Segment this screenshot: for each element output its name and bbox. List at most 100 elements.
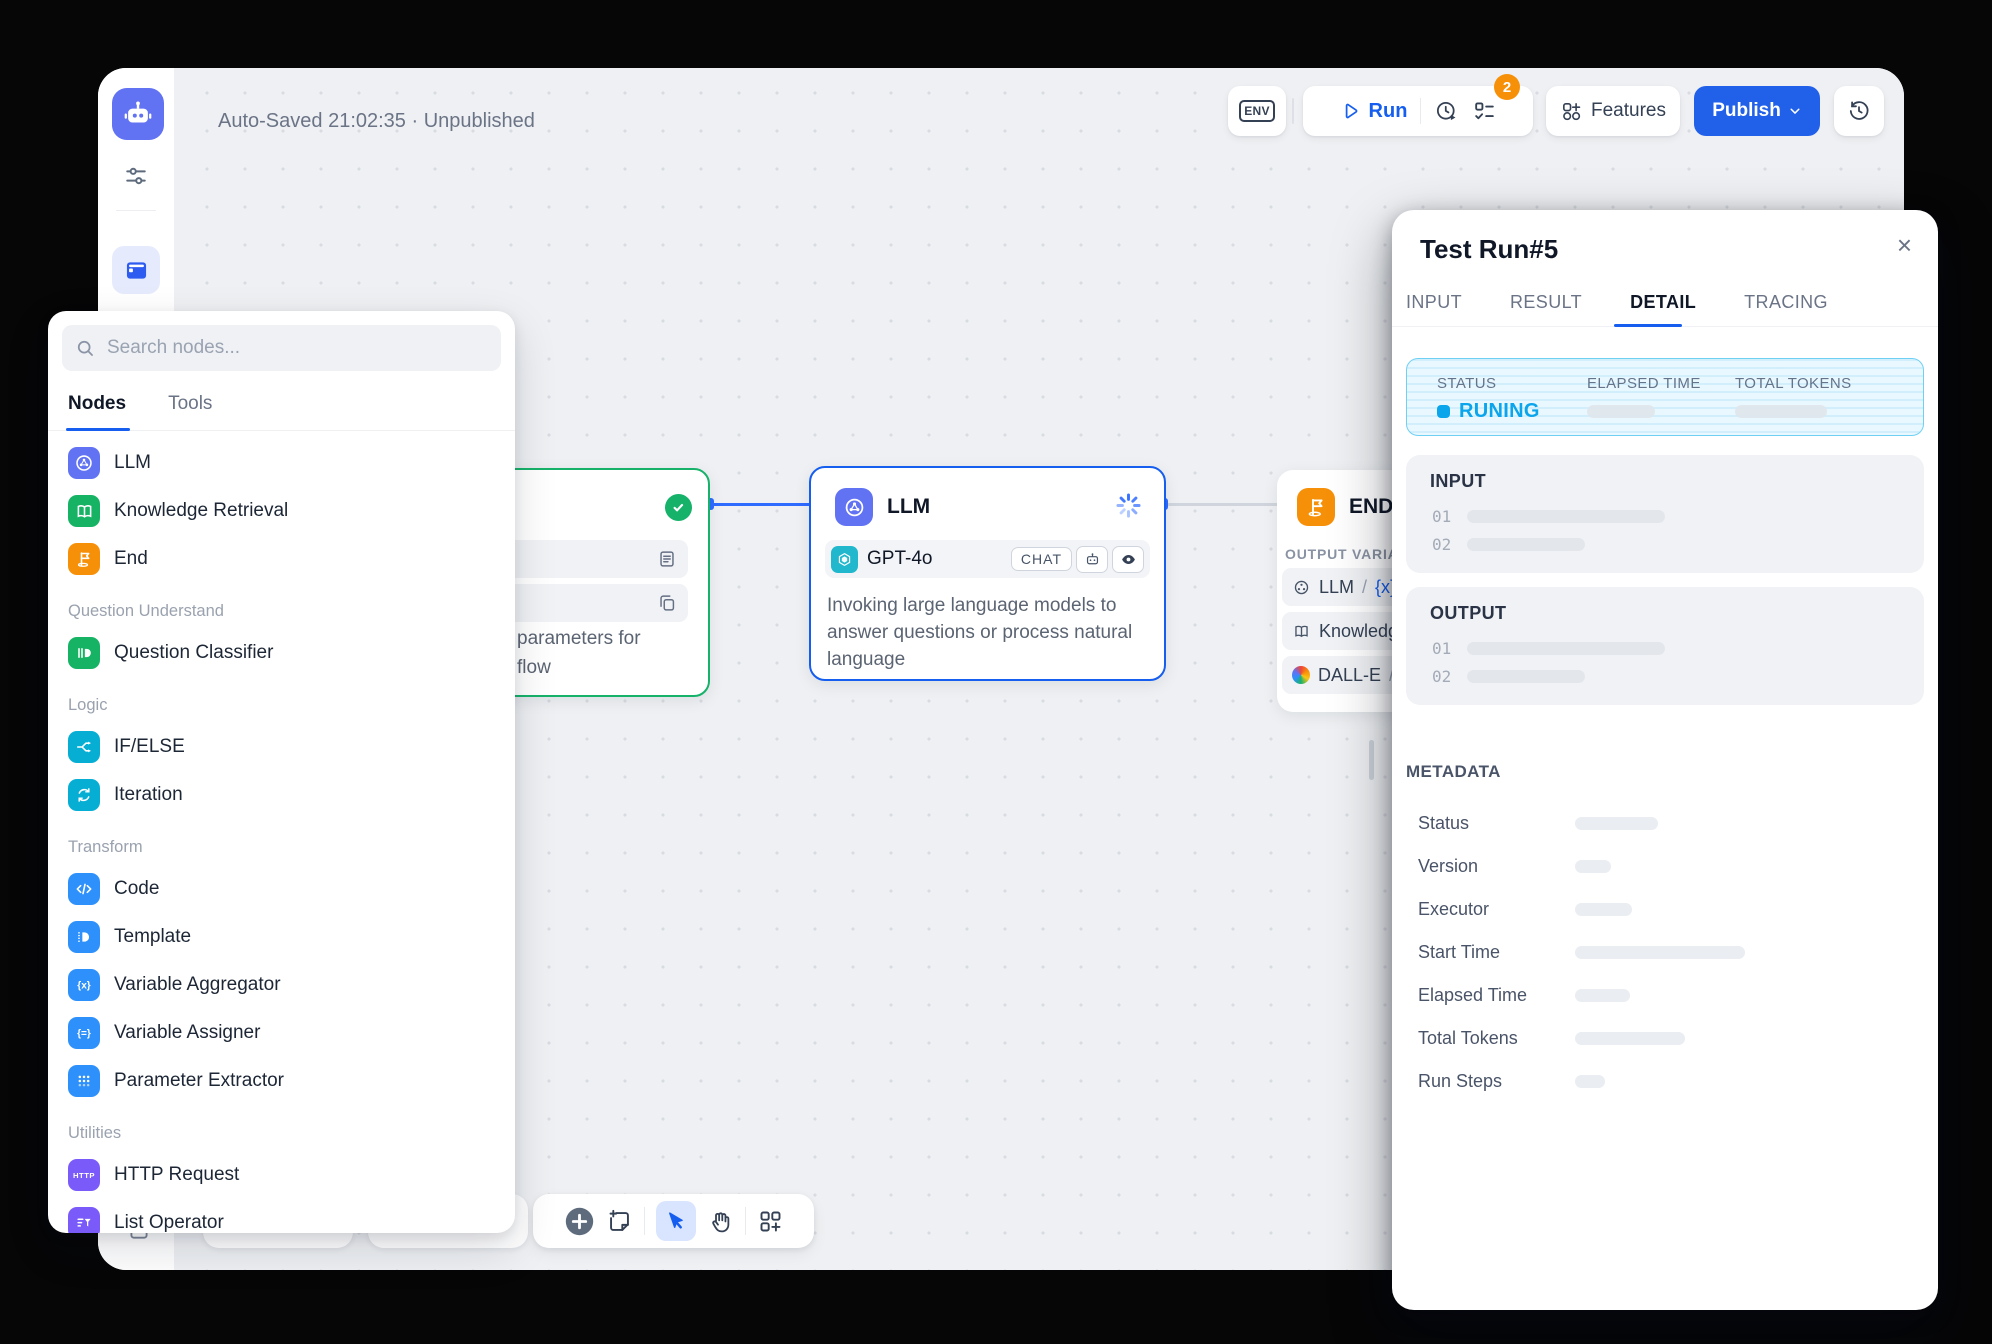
- features-button[interactable]: Features: [1546, 86, 1680, 136]
- metadata-title: METADATA: [1406, 762, 1501, 782]
- node-item-end[interactable]: End: [58, 535, 505, 583]
- checklist-icon[interactable]: [1472, 99, 1497, 124]
- output-skeleton: [1467, 642, 1665, 655]
- history-icon: [1847, 99, 1871, 123]
- tab-input[interactable]: INPUT: [1406, 292, 1462, 313]
- variable-source: LLM: [1319, 577, 1354, 598]
- run-button-label: Run: [1369, 100, 1408, 123]
- features-icon: [1560, 100, 1583, 123]
- screenshot: Auto-Saved 21:02:35 · Unpublished ENV Ru…: [0, 0, 1992, 1344]
- metadata-row: Start Time: [1418, 942, 1745, 963]
- knowledge-mini-icon: [1292, 622, 1311, 641]
- node-item-http-request[interactable]: HTTP HTTP Request: [58, 1151, 505, 1199]
- search-box[interactable]: [62, 325, 501, 371]
- node-item-if-else[interactable]: IF/ELSE: [58, 723, 505, 771]
- loop-icon: [68, 779, 100, 811]
- llm-node[interactable]: LLM GPT-4o CHAT: [809, 466, 1166, 681]
- copy-icon: [656, 592, 678, 614]
- elapsed-time-label: ELAPSED TIME: [1587, 375, 1701, 392]
- section-header: Utilities: [58, 1105, 505, 1151]
- active-tab-underline: [66, 428, 130, 431]
- metadata-row: Run Steps: [1418, 1071, 1605, 1092]
- play-icon: [1339, 100, 1361, 122]
- organize-blocks-button[interactable]: [757, 1208, 784, 1235]
- branch-icon: [68, 731, 100, 763]
- active-tab-underline: [1614, 324, 1682, 327]
- metadata-row: Status: [1418, 813, 1658, 834]
- search-input[interactable]: [105, 336, 488, 360]
- eye-icon: [1120, 551, 1137, 568]
- panel-resize-handle[interactable]: [1369, 740, 1374, 780]
- run-panel-tabs: INPUT RESULT DETAIL TRACING: [1406, 292, 1828, 313]
- model-selector[interactable]: GPT-4o CHAT: [825, 540, 1150, 578]
- node-panel-tabs: Nodes Tools: [48, 389, 515, 431]
- pointer-mode-button[interactable]: [656, 1201, 696, 1241]
- chevron-down-icon: [1788, 104, 1802, 118]
- metadata-skeleton: [1575, 903, 1632, 916]
- checklist-badge: 2: [1494, 74, 1520, 100]
- env-button[interactable]: ENV: [1228, 86, 1286, 136]
- metadata-skeleton: [1575, 1032, 1685, 1045]
- section-header: Logic: [58, 677, 505, 723]
- llm-node-icon: [835, 488, 873, 526]
- node-item-variable-assigner[interactable]: {=} Variable Assigner: [58, 1009, 505, 1057]
- canvas-toolbar: [533, 1194, 814, 1248]
- tab-detail[interactable]: DETAIL: [1630, 292, 1696, 313]
- metadata-row: Elapsed Time: [1418, 985, 1630, 1006]
- publish-button[interactable]: Publish: [1694, 86, 1820, 136]
- llm-node-title: LLM: [887, 495, 930, 519]
- metadata-skeleton: [1575, 989, 1630, 1002]
- sidebar-item-workflow[interactable]: [112, 246, 160, 294]
- braces-x-icon: {x}: [68, 969, 100, 1001]
- gpt-model-icon: [831, 546, 858, 573]
- hand-mode-button[interactable]: [707, 1208, 734, 1235]
- toolbar-divider: [644, 1207, 645, 1235]
- code-icon: [68, 873, 100, 905]
- output-card: OUTPUT 01 02: [1406, 587, 1924, 705]
- tab-nodes[interactable]: Nodes: [68, 389, 126, 430]
- section-header: Question Understand: [58, 583, 505, 629]
- section-header: Transform: [58, 819, 505, 865]
- running-dot-icon: [1437, 405, 1450, 418]
- input-title: INPUT: [1430, 471, 1486, 492]
- tab-tracing[interactable]: TRACING: [1744, 292, 1828, 313]
- node-item-code[interactable]: Code: [58, 865, 505, 913]
- llm-node-description: Invoking large language models to answer…: [827, 592, 1150, 673]
- agent-badge[interactable]: [1076, 546, 1108, 573]
- output-title: OUTPUT: [1430, 603, 1506, 624]
- success-check-icon: [665, 494, 692, 521]
- node-item-variable-aggregator[interactable]: {x} Variable Aggregator: [58, 961, 505, 1009]
- run-history-icon[interactable]: [1434, 99, 1459, 124]
- robot-icon: [122, 98, 154, 130]
- vision-badge[interactable]: [1112, 546, 1144, 573]
- llm-mini-icon: [1292, 578, 1311, 597]
- node-item-template[interactable]: Template: [58, 913, 505, 961]
- add-note-button[interactable]: [606, 1208, 633, 1235]
- run-button[interactable]: Run: [1339, 100, 1408, 123]
- node-item-parameter-extractor[interactable]: Parameter Extractor: [58, 1057, 505, 1105]
- node-item-list-operator[interactable]: List Operator: [58, 1199, 505, 1233]
- tab-result[interactable]: RESULT: [1510, 292, 1582, 313]
- node-item-iteration[interactable]: Iteration: [58, 771, 505, 819]
- svg-text:{=}: {=}: [77, 1029, 91, 1040]
- node-item-llm[interactable]: LLM: [58, 439, 505, 487]
- node-item-question-classifier[interactable]: Question Classifier: [58, 629, 505, 677]
- end-node-icon: [1297, 488, 1335, 526]
- app-logo-robot-icon[interactable]: [112, 88, 164, 140]
- output-skeleton: [1467, 670, 1585, 683]
- dot-grid-icon: [68, 1065, 100, 1097]
- node-item-knowledge-retrieval[interactable]: Knowledge Retrieval: [58, 487, 505, 535]
- sidebar-sliders-icon[interactable]: [122, 162, 150, 190]
- cursor-icon: [663, 1209, 688, 1234]
- tab-tools[interactable]: Tools: [168, 389, 212, 430]
- sidebar-divider: [116, 210, 156, 211]
- metadata-skeleton: [1575, 1075, 1605, 1088]
- book-icon: [68, 495, 100, 527]
- template-icon: [68, 921, 100, 953]
- close-icon[interactable]: ×: [1897, 232, 1912, 258]
- add-node-button[interactable]: [564, 1206, 595, 1237]
- version-history-button[interactable]: [1834, 86, 1884, 136]
- autosave-status: Auto-Saved 21:02:35 · Unpublished: [218, 110, 535, 133]
- svg-text:HTTP: HTTP: [73, 1171, 95, 1180]
- tokens-skeleton: [1735, 405, 1827, 418]
